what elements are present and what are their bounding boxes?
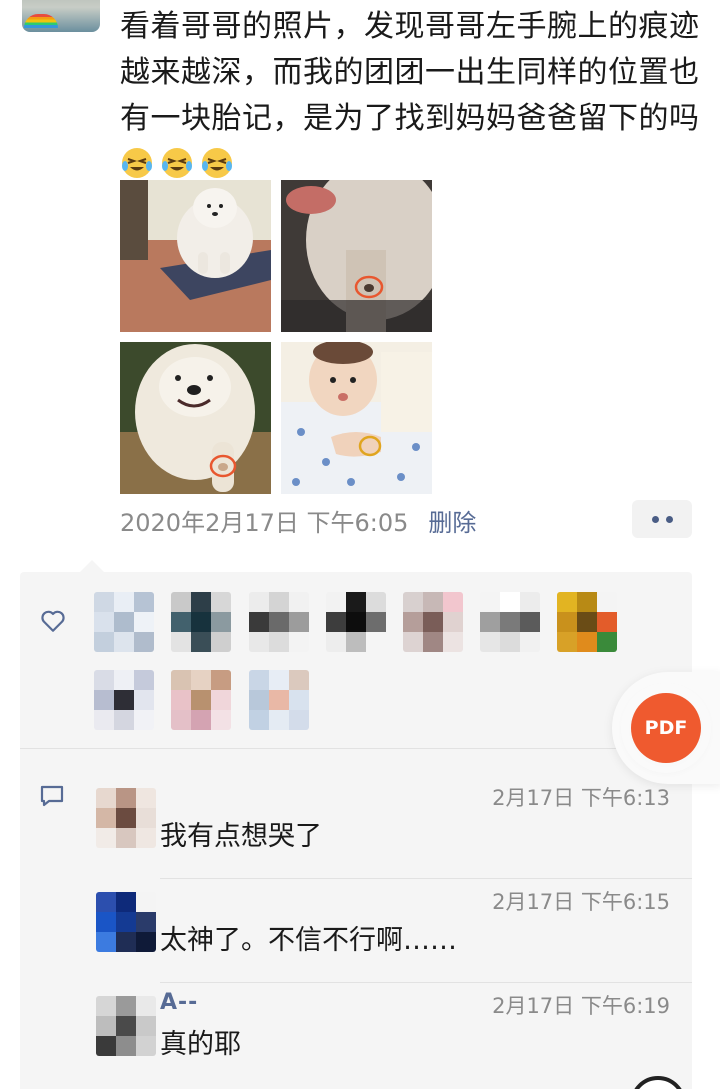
commenter-avatar[interactable]	[96, 892, 156, 952]
dog-smiling-photo[interactable]	[120, 342, 271, 494]
comment-time: 2月17日 下午6:15	[492, 890, 670, 914]
comment-time: 2月17日 下午6:13	[492, 786, 670, 810]
tears-of-joy-emoji	[162, 148, 192, 178]
comment-bubble-icon	[40, 785, 64, 807]
baby-wrist-marked-photo[interactable]	[281, 342, 432, 494]
commenter-name[interactable]: A--	[160, 990, 198, 1015]
panel-divider	[20, 748, 692, 749]
post-body: 看着哥哥的照片，发现哥哥左手腕上的痕迹越来越深，而我的团团一出生同样的位置也有一…	[120, 9, 700, 136]
liker-avatar[interactable]	[94, 670, 154, 730]
liker-avatar[interactable]	[94, 592, 154, 652]
dog-paw-marked-photo[interactable]	[281, 180, 432, 332]
post-meta-row: 2020年2月17日 下午6:05 删除	[120, 503, 476, 537]
comment-text: 真的耶	[160, 1029, 241, 1060]
liker-avatar[interactable]	[403, 592, 463, 652]
more-actions-button[interactable]	[632, 500, 692, 538]
tears-of-joy-emoji	[202, 148, 232, 178]
comment-text: 太神了。不信不行啊……	[160, 925, 457, 956]
dog-sitting-photo[interactable]	[120, 180, 271, 332]
panel-notch	[80, 560, 104, 572]
poster-avatar[interactable]	[22, 0, 100, 32]
dot-icon	[665, 515, 673, 523]
liker-avatar[interactable]	[326, 592, 386, 652]
photo-grid	[120, 180, 432, 494]
comment-divider	[160, 878, 692, 879]
liker-avatar[interactable]	[249, 592, 309, 652]
dot-icon	[651, 515, 659, 523]
commenter-avatar[interactable]	[96, 996, 156, 1056]
heart-outline-icon	[41, 610, 65, 632]
delete-link[interactable]: 删除	[428, 503, 476, 538]
emoji-group	[120, 147, 240, 182]
commenter-avatar[interactable]	[96, 788, 156, 848]
liker-avatar[interactable]	[249, 670, 309, 730]
comment-text: 我有点想哭了	[160, 821, 322, 852]
liker-avatar[interactable]	[171, 670, 231, 730]
comment-divider	[160, 982, 692, 983]
comment-time: 2月17日 下午6:19	[492, 994, 670, 1018]
liker-avatar[interactable]	[480, 592, 540, 652]
tears-of-joy-emoji	[122, 148, 152, 178]
liker-avatar[interactable]	[557, 592, 617, 652]
pdf-button[interactable]: PDF	[631, 693, 701, 763]
liker-avatar[interactable]	[171, 592, 231, 652]
post-text: 看着哥哥的照片，发现哥哥左手腕上的痕迹越来越深，而我的团团一出生同样的位置也有一…	[120, 4, 700, 188]
rainbow-decoration	[24, 14, 58, 28]
post-timestamp: 2020年2月17日 下午6:05	[120, 508, 409, 537]
